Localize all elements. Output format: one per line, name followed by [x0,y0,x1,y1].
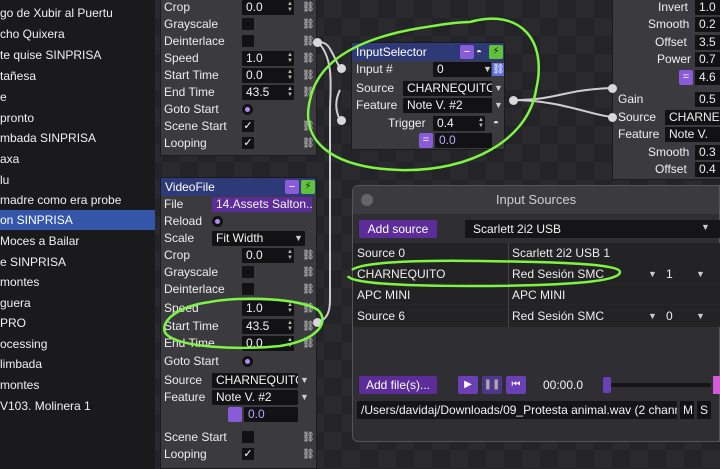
annotation-circle-starttime [163,297,324,350]
annotation-circle-charnequito [346,259,622,288]
annotation-circle-inputselector [306,17,541,172]
annotation-overlay [163,17,622,350]
